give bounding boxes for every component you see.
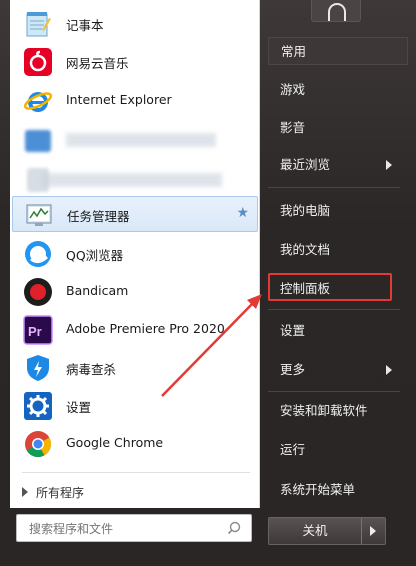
submenu-arrow-icon: [386, 160, 392, 170]
program-internet-explorer[interactable]: Internet Explorer: [12, 83, 258, 119]
program-blurred-2[interactable]: [12, 162, 258, 198]
blurred-app-icon: [22, 125, 54, 157]
program-settings[interactable]: 设置: [12, 388, 258, 424]
user-account-tile[interactable]: [311, 0, 361, 22]
expand-triangle-icon: [22, 487, 28, 497]
program-label: 设置: [66, 400, 92, 415]
task-manager-icon: [23, 199, 55, 231]
right-item-label: 游戏: [280, 82, 306, 97]
program-label: 记事本: [66, 18, 104, 33]
right-item-label: 系统开始菜单: [280, 482, 356, 497]
netease-music-icon: [22, 46, 54, 78]
right-item-media[interactable]: 影音: [268, 114, 408, 142]
user-icon: [328, 3, 346, 21]
program-label: Adobe Premiere Pro 2020: [66, 321, 225, 336]
shutdown-button[interactable]: 关机: [268, 517, 386, 545]
right-item-my-documents[interactable]: 我的文档: [268, 236, 408, 264]
divider: [268, 309, 400, 310]
program-bandicam[interactable]: Bandicam: [12, 274, 258, 310]
shutdown-options-button[interactable]: [361, 518, 385, 544]
arrow-right-icon: [370, 526, 376, 536]
highlight-box: [268, 273, 392, 301]
program-label: 病毒查杀: [66, 362, 117, 377]
divider: [268, 391, 400, 392]
program-antivirus[interactable]: 病毒查杀: [12, 350, 258, 386]
right-item-system-start-menu[interactable]: 系统开始菜单: [268, 476, 408, 504]
program-label: QQ浏览器: [66, 248, 124, 263]
qq-browser-icon: [22, 238, 54, 270]
right-item-my-computer[interactable]: 我的电脑: [268, 197, 408, 225]
right-item-games[interactable]: 游戏: [268, 76, 408, 104]
right-item-label: 安装和卸载软件: [280, 403, 368, 418]
program-qq-browser[interactable]: QQ浏览器: [12, 236, 258, 272]
program-task-manager[interactable]: 任务管理器 ★: [12, 196, 258, 232]
program-label: Internet Explorer: [66, 92, 172, 107]
settings-gear-icon: [22, 390, 54, 422]
right-item-install-uninstall[interactable]: 安装和卸载软件: [268, 397, 408, 425]
right-item-recent[interactable]: 最近浏览: [268, 151, 408, 179]
right-item-label: 最近浏览: [280, 157, 331, 172]
right-item-settings[interactable]: 设置: [268, 317, 408, 345]
blurred-label: [66, 133, 216, 147]
search-icon[interactable]: [227, 521, 241, 535]
right-item-label: 常用: [281, 44, 307, 59]
divider: [22, 472, 250, 473]
chrome-icon: [22, 428, 54, 460]
bandicam-icon: [22, 276, 54, 308]
submenu-arrow-icon: [386, 365, 392, 375]
search-box[interactable]: [16, 514, 252, 542]
premiere-pro-icon: Pr: [22, 314, 54, 346]
right-item-frequent[interactable]: 常用: [268, 37, 408, 65]
right-item-label: 我的文档: [280, 242, 331, 257]
program-google-chrome[interactable]: Google Chrome: [12, 426, 258, 462]
antivirus-shield-icon: [22, 352, 54, 384]
program-label: Bandicam: [66, 283, 129, 298]
shutdown-label: 关机: [302, 523, 328, 538]
right-item-run[interactable]: 运行: [268, 436, 408, 464]
divider: [268, 187, 400, 188]
program-label: Google Chrome: [66, 435, 164, 450]
program-premiere-pro[interactable]: Pr Adobe Premiere Pro 2020: [12, 312, 258, 348]
right-item-more[interactable]: 更多: [268, 356, 408, 384]
search-input[interactable]: [29, 520, 219, 538]
internet-explorer-icon: [22, 85, 54, 117]
notepad-icon: [22, 8, 54, 40]
blurred-label: [42, 173, 222, 187]
right-item-label: 影音: [280, 120, 306, 135]
program-notepad[interactable]: 记事本: [12, 6, 258, 42]
program-label: 网易云音乐: [66, 56, 129, 71]
program-label: 任务管理器: [67, 209, 130, 224]
program-blurred-1[interactable]: [12, 123, 258, 159]
right-item-label: 更多: [280, 362, 306, 377]
right-item-label: 我的电脑: [280, 203, 331, 218]
right-item-label: 设置: [280, 323, 306, 338]
all-programs-button[interactable]: 所有程序: [22, 482, 84, 502]
all-programs-label: 所有程序: [36, 485, 85, 500]
pin-star-icon[interactable]: ★: [236, 205, 249, 221]
svg-text:Pr: Pr: [28, 324, 42, 339]
program-netease-music[interactable]: 网易云音乐: [12, 44, 258, 80]
right-item-label: 运行: [280, 442, 306, 457]
